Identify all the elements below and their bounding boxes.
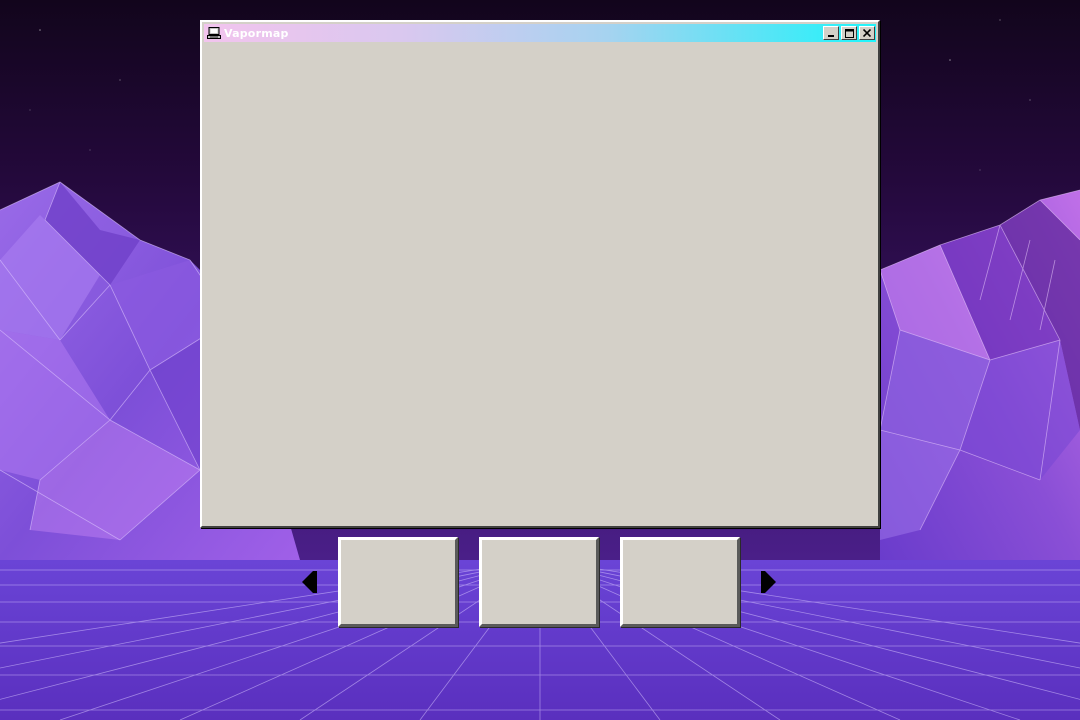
window-content-area bbox=[204, 44, 876, 524]
window-controls bbox=[823, 26, 875, 40]
carousel-button-2[interactable] bbox=[479, 537, 599, 627]
arrow-right-icon[interactable] bbox=[760, 567, 778, 597]
arrow-left-icon[interactable] bbox=[300, 567, 318, 597]
carousel bbox=[300, 537, 780, 629]
computer-icon bbox=[207, 27, 221, 39]
carousel-button-3[interactable] bbox=[620, 537, 740, 627]
window-titlebar[interactable]: Vapormap bbox=[204, 24, 876, 42]
close-button[interactable] bbox=[859, 26, 875, 40]
minimize-button[interactable] bbox=[823, 26, 839, 40]
minimize-icon bbox=[828, 35, 834, 37]
carousel-button-1[interactable] bbox=[338, 537, 458, 627]
maximize-icon bbox=[844, 28, 854, 38]
maximize-button[interactable] bbox=[841, 26, 857, 40]
close-icon bbox=[863, 29, 871, 37]
vapormap-window: Vapormap bbox=[200, 20, 880, 528]
window-title: Vapormap bbox=[224, 26, 289, 40]
